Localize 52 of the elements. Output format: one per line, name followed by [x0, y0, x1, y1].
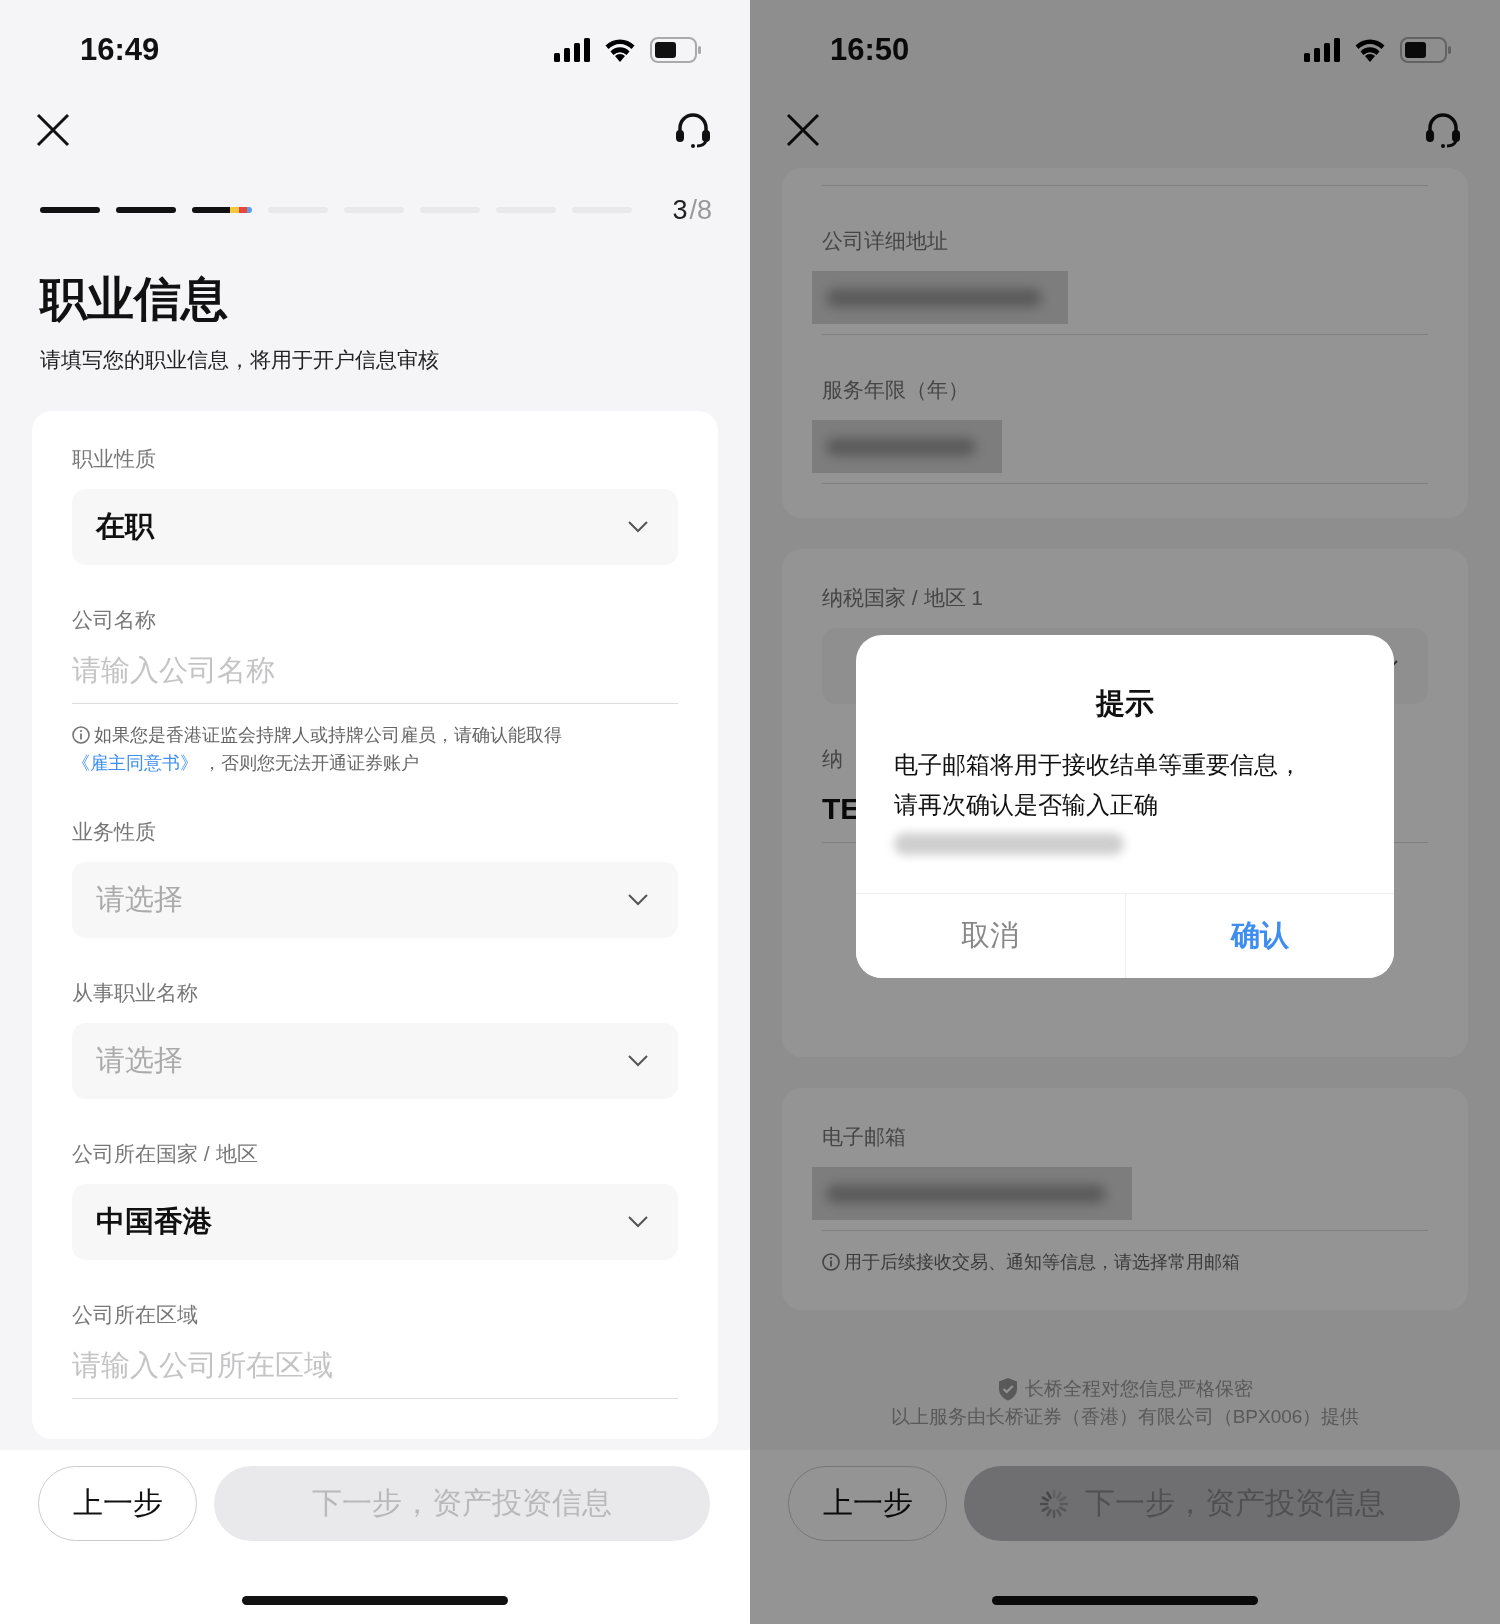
spinner-icon [1039, 1488, 1069, 1519]
select-field[interactable]: 请选择 [72, 862, 678, 938]
headset-icon[interactable] [1424, 112, 1462, 148]
page-subtitle: 请填写您的职业信息，将用于开户信息审核 [40, 347, 440, 373]
signal-icon [554, 38, 590, 62]
field-label: 电子邮箱 [822, 1124, 906, 1150]
confirm-button[interactable]: 确认 [1124, 894, 1394, 978]
wifi-icon [1354, 38, 1386, 62]
field-label: 业务性质 [72, 819, 156, 845]
status-time: 16:49 [80, 32, 160, 68]
progress-step [40, 207, 100, 213]
field-label: 从事职业名称 [72, 980, 198, 1006]
dialog-title: 提示 [1094, 686, 1155, 721]
field-label: 职业性质 [72, 446, 156, 472]
step-total: /8 [689, 194, 712, 226]
field-label: 公司所在区域 [72, 1302, 198, 1328]
chevron-down-icon [628, 521, 648, 533]
wifi-icon [604, 38, 636, 62]
step-counter: 3 [672, 194, 688, 226]
info-icon [822, 1253, 840, 1271]
page-title: 职业信息 [40, 271, 229, 327]
progress-step [192, 207, 252, 213]
hint-text: 如果您是香港证监会持牌人或持牌公司雇员，请确认能取得 《雇主同意书》 ，否则您无法开通证券账户 [72, 724, 563, 775]
input-field[interactable]: 请输入公司名称 [72, 650, 678, 704]
chevron-down-icon [628, 1216, 648, 1228]
select-field[interactable]: 在职 [72, 489, 678, 565]
battery-icon [1400, 37, 1452, 63]
info-icon [72, 726, 90, 744]
back-button[interactable]: 上一步 [38, 1466, 197, 1541]
battery-icon [650, 37, 702, 63]
hint-text: 用于后续接收交易、通知等信息，请选择常用邮箱 [822, 1248, 1428, 1276]
field-label: 公司详细地址 [822, 228, 948, 254]
status-time: 16:50 [830, 32, 910, 68]
select-field[interactable]: 请选择 [72, 1023, 678, 1099]
field-label: 公司所在国家 / 地区 [72, 1141, 258, 1167]
shield-icon [997, 1377, 1019, 1401]
field-label: 公司名称 [72, 607, 156, 633]
input-field[interactable]: 请输入公司所在区域 [72, 1345, 678, 1399]
field-label: 纳 [822, 746, 843, 772]
chevron-down-icon [628, 1055, 648, 1067]
dialog-message: 电子邮箱将用于接收结单等重要信息，请再次确认是否输入正确 [894, 750, 1303, 820]
close-icon[interactable] [786, 113, 820, 147]
back-button[interactable]: 上一步 [788, 1466, 947, 1541]
signal-icon [1304, 38, 1340, 62]
headset-icon[interactable] [674, 112, 712, 148]
chevron-down-icon [628, 894, 648, 906]
select-field[interactable]: 中国香港 [72, 1184, 678, 1260]
field-label: 纳税国家 / 地区 1 [822, 585, 984, 611]
progress-step [116, 207, 176, 213]
agreement-link[interactable]: 《雇主同意书》 [72, 753, 198, 773]
close-icon[interactable] [36, 113, 70, 147]
field-label: 服务年限（年） [822, 377, 969, 403]
